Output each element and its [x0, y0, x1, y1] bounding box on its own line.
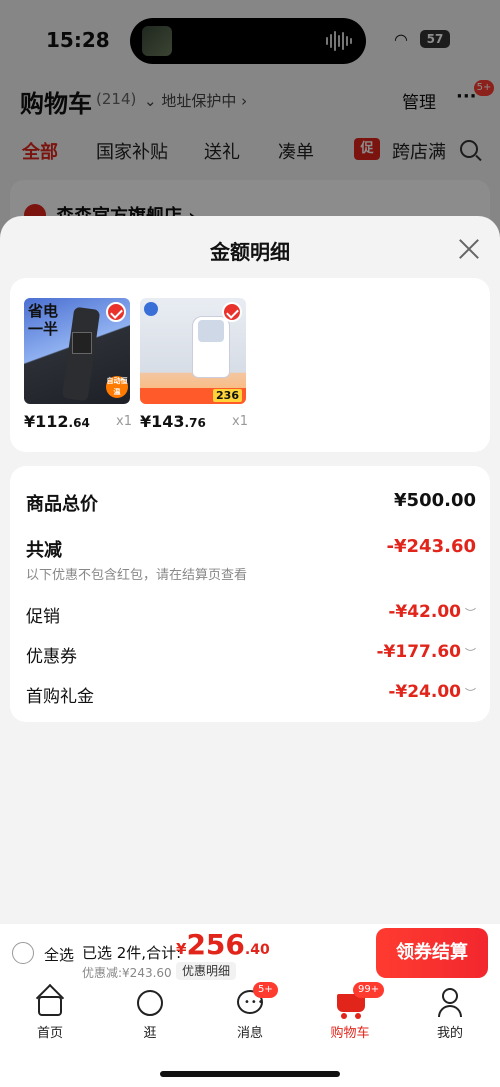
coupon-label: 优惠券 [26, 647, 77, 667]
product-price-row: ¥112.64 x1 [24, 410, 132, 434]
heater-display-graphic [72, 332, 92, 354]
close-icon[interactable] [456, 236, 482, 262]
product-item[interactable]: 省电 一半 自动恒温 ¥112.64 x1 [24, 298, 144, 434]
total-integer: 256 [186, 928, 245, 961]
tabbar-browse[interactable]: 逛 [115, 988, 185, 1041]
price-integer: ¥112 [24, 412, 69, 431]
tabbar-cart[interactable]: 99+ 购物车 [315, 982, 385, 1041]
home-icon [35, 983, 65, 1018]
discount-summary: 优惠减:¥243.60 [82, 966, 172, 980]
total-decimal: .40 [244, 942, 270, 958]
product-quantity: x1 [232, 414, 248, 429]
tabbar-label: 首页 [36, 1026, 63, 1041]
product-item[interactable]: 236 ¥143.76 x1 [140, 298, 260, 434]
chat-bubble-icon: ••• 5+ [235, 982, 278, 1018]
first-purchase-gift-value[interactable]: -¥24.00 ︶ [388, 682, 476, 702]
cart-icon: 99+ [335, 982, 385, 1019]
selected-check-icon [222, 302, 242, 322]
image-price-tag: 236 [213, 389, 242, 402]
promotion-amount: -¥42.00 [388, 602, 461, 622]
product-price-row: ¥143.76 x1 [140, 410, 248, 434]
select-all-label[interactable]: 全选 [44, 944, 74, 965]
first-purchase-gift-label: 首购礼金 [26, 687, 94, 707]
price-integer: ¥143 [140, 412, 185, 431]
selected-check-icon [106, 302, 126, 322]
product-feature-badge: 自动恒温 [106, 376, 128, 398]
discount-detail-button[interactable]: 优惠明细 [176, 962, 237, 980]
tabbar-me[interactable]: 我的 [415, 988, 485, 1041]
amount-detail-sheet: 金额明细 省电 一半 自动恒温 ¥112.64 x1 236 ¥143.76 x… [0, 216, 500, 924]
cart-badge: 99+ [353, 982, 385, 998]
total-price: ¥256.40 [176, 928, 270, 961]
price-decimal: .76 [184, 416, 206, 430]
selected-products-card: 省电 一半 自动恒温 ¥112.64 x1 236 ¥143.76 x1 [10, 278, 490, 452]
person-icon [435, 988, 465, 1018]
price-decimal: .64 [68, 416, 90, 430]
product-image[interactable]: 236 [140, 298, 246, 404]
tabbar-home[interactable]: 首页 [15, 983, 85, 1041]
product-price: ¥143.76 [140, 412, 206, 431]
heater-device-graphic [61, 306, 101, 402]
messages-badge: 5+ [253, 982, 278, 998]
goods-total-label: 商品总价 [26, 494, 98, 515]
face-icon [135, 988, 165, 1018]
product-price: ¥112.64 [24, 412, 90, 431]
tabbar-label: 逛 [143, 1026, 157, 1041]
reduction-note: 以下优惠不包含红包，请在结算页查看 [26, 568, 248, 583]
promotion-label: 促销 [26, 607, 60, 627]
brand-logo-icon [144, 302, 158, 316]
total-reduction-value: -¥243.60 [386, 536, 476, 557]
checkout-bar: 全选 已选 2件,合计: ¥256.40 优惠减:¥243.60 优惠明细 领券… [0, 924, 500, 982]
first-purchase-gift-amount: -¥24.00 [388, 682, 461, 702]
coupon-value[interactable]: -¥177.60 ︶ [377, 642, 477, 662]
tabbar-messages[interactable]: ••• 5+ 消息 [215, 982, 285, 1041]
price-summary-card: 商品总价 ¥500.00 共减 -¥243.60 以下优惠不包含红包，请在结算页… [10, 466, 490, 722]
chevron-down-icon: ︶ [465, 607, 476, 620]
tabbar-label: 我的 [436, 1026, 463, 1041]
checkout-button[interactable]: 领券结算 [376, 928, 488, 978]
goods-total-value: ¥500.00 [394, 490, 476, 511]
chevron-down-icon: ︶ [465, 647, 476, 660]
product-image-text: 省电 一半 [28, 302, 59, 338]
promotion-value[interactable]: -¥42.00 ︶ [388, 602, 476, 622]
purifier-tank-graphic [198, 320, 224, 342]
tabbar-label: 消息 [236, 1026, 263, 1041]
total-currency: ¥ [176, 940, 187, 958]
coupon-amount: -¥177.60 [376, 642, 462, 662]
select-all-radio[interactable] [12, 942, 34, 964]
product-quantity: x1 [116, 414, 132, 429]
total-reduction-label: 共减 [26, 540, 62, 561]
selected-count-label: 已选 2件,合计: [82, 944, 182, 962]
sheet-title: 金额明细 [210, 240, 290, 264]
tabbar-label: 购物车 [330, 1026, 370, 1041]
chevron-down-icon: ︶ [465, 687, 476, 700]
home-indicator [160, 1071, 340, 1077]
product-image[interactable]: 省电 一半 自动恒温 [24, 298, 130, 404]
